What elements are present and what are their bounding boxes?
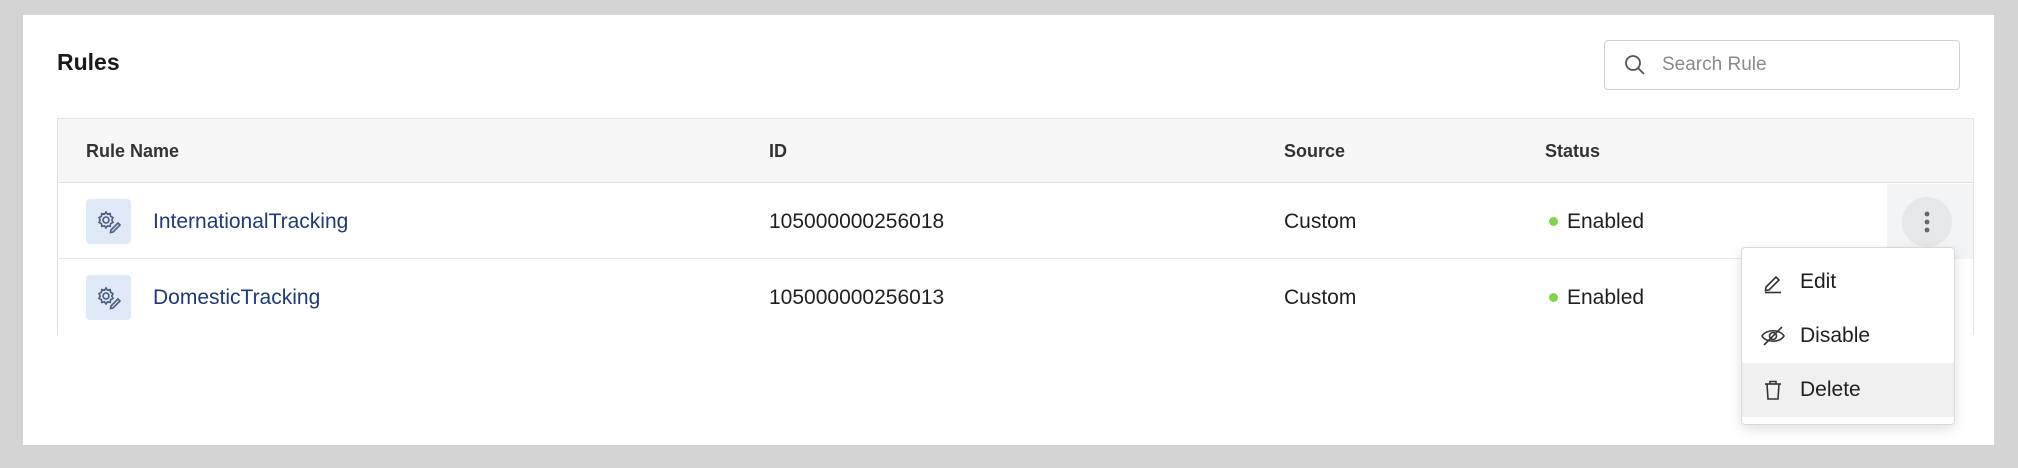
rule-source: Custom	[1284, 210, 1357, 233]
rule-source: Custom	[1284, 286, 1357, 309]
search-box[interactable]	[1604, 40, 1960, 90]
column-header-source[interactable]: Source	[1284, 119, 1345, 183]
rules-panel: Rules Rule Name ID Source Status Interna…	[23, 15, 1994, 445]
eye-slash-icon	[1760, 323, 1786, 349]
table-row[interactable]: InternationalTracking 105000000256018 Cu…	[58, 184, 1973, 259]
edit-pencil-icon	[1760, 269, 1786, 295]
menu-item-delete[interactable]: Delete	[1742, 363, 1954, 417]
rule-settings-icon	[86, 199, 131, 244]
kebab-menu-icon	[1924, 211, 1930, 233]
rule-settings-icon	[86, 275, 131, 320]
status-label: Enabled	[1567, 210, 1645, 233]
row-actions-menu: Edit Disable Delete	[1741, 247, 1955, 425]
search-input[interactable]	[1662, 54, 1942, 76]
status-badge: Enabled	[1549, 260, 1644, 335]
menu-item-edit[interactable]: Edit	[1742, 255, 1954, 309]
column-header-id[interactable]: ID	[769, 119, 787, 183]
column-header-rule-name[interactable]: Rule Name	[86, 119, 179, 183]
trash-icon	[1760, 377, 1786, 403]
column-header-status[interactable]: Status	[1545, 119, 1600, 183]
rule-name-link[interactable]: InternationalTracking	[153, 184, 348, 259]
table-header: Rule Name ID Source Status	[58, 119, 1973, 183]
page-title: Rules	[57, 49, 120, 75]
menu-item-label: Edit	[1800, 270, 1837, 293]
rule-id: 105000000256013	[769, 286, 945, 309]
menu-item-label: Disable	[1800, 324, 1871, 347]
status-dot	[1549, 293, 1558, 302]
status-dot	[1549, 217, 1558, 226]
status-label: Enabled	[1567, 286, 1645, 309]
rules-table: Rule Name ID Source Status International…	[57, 118, 1974, 335]
status-badge: Enabled	[1549, 184, 1644, 259]
menu-item-label: Delete	[1800, 378, 1861, 401]
table-row[interactable]: DomesticTracking 105000000256013 Custom …	[58, 260, 1973, 335]
menu-item-disable[interactable]: Disable	[1742, 309, 1954, 363]
more-actions-button[interactable]	[1902, 197, 1952, 247]
search-icon	[1625, 55, 1645, 75]
rule-id: 105000000256018	[769, 210, 945, 233]
rule-name-link[interactable]: DomesticTracking	[153, 260, 320, 335]
